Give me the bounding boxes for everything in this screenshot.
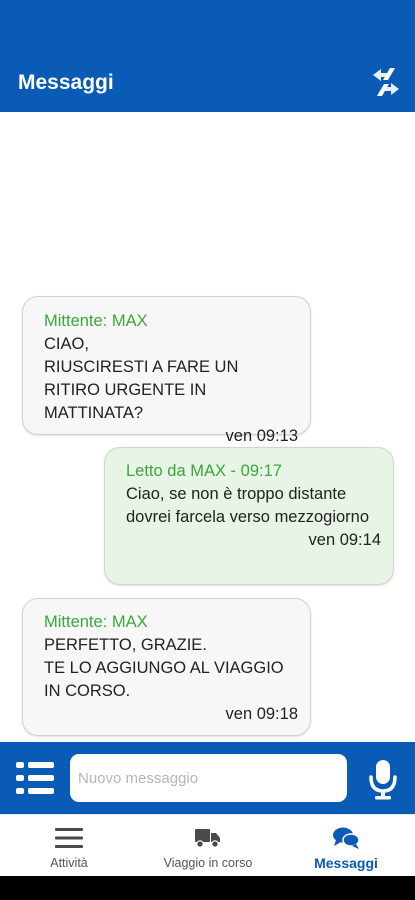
message-text: CIAO, RIUSCIRESTI A FARE UN RITIRO URGEN… xyxy=(44,335,239,422)
app-bar: Messaggi xyxy=(0,0,415,112)
message-text: Ciao, se non è troppo distante dovrei fa… xyxy=(126,485,370,526)
bottom-navigation: Attività Viaggio in corso Messaggi xyxy=(0,814,415,876)
tab-label: Attività xyxy=(50,856,88,870)
message-bubble-incoming: Mittente: MAX PERFETTO, GRAZIE. TE LO AG… xyxy=(22,598,311,736)
message-list[interactable]: Mittente: MAX CIAO, RIUSCIRESTI A FARE U… xyxy=(0,112,415,742)
system-navigation-bar xyxy=(0,876,415,900)
hamburger-icon xyxy=(55,828,83,848)
chat-bubbles-icon xyxy=(333,827,360,849)
tab-viaggio-in-corso[interactable]: Viaggio in corso xyxy=(150,815,266,877)
message-time: ven 09:18 xyxy=(225,705,298,723)
message-time: ven 09:13 xyxy=(225,427,298,445)
message-composer xyxy=(0,742,415,814)
voice-input-button[interactable] xyxy=(364,757,402,801)
list-icon xyxy=(16,762,54,794)
tab-label: Viaggio in corso xyxy=(163,856,253,870)
message-sender: Mittente: MAX xyxy=(44,613,148,631)
microphone-icon xyxy=(369,760,397,800)
truck-icon xyxy=(195,829,220,848)
tab-label: Messaggi xyxy=(314,855,378,871)
message-bubble-incoming: Mittente: MAX CIAO, RIUSCIRESTI A FARE U… xyxy=(22,296,311,445)
sync-arrows-icon xyxy=(373,68,399,96)
message-bubble-outgoing: Letto da MAX - 09:17 Ciao, se non è trop… xyxy=(104,447,394,585)
message-read-status: Letto da MAX - 09:17 xyxy=(126,462,282,480)
message-text: PERFETTO, GRAZIE. TE LO AGGIUNGO AL VIAG… xyxy=(44,636,284,700)
sync-button[interactable] xyxy=(366,62,406,102)
page-title: Messaggi xyxy=(18,71,114,94)
tab-attivita[interactable]: Attività xyxy=(28,815,110,877)
message-sender: Mittente: MAX xyxy=(44,312,148,330)
message-time: ven 09:14 xyxy=(308,531,381,549)
message-input[interactable] xyxy=(70,754,347,802)
tab-messaggi[interactable]: Messaggi xyxy=(302,815,390,877)
quick-messages-button[interactable] xyxy=(14,759,56,797)
